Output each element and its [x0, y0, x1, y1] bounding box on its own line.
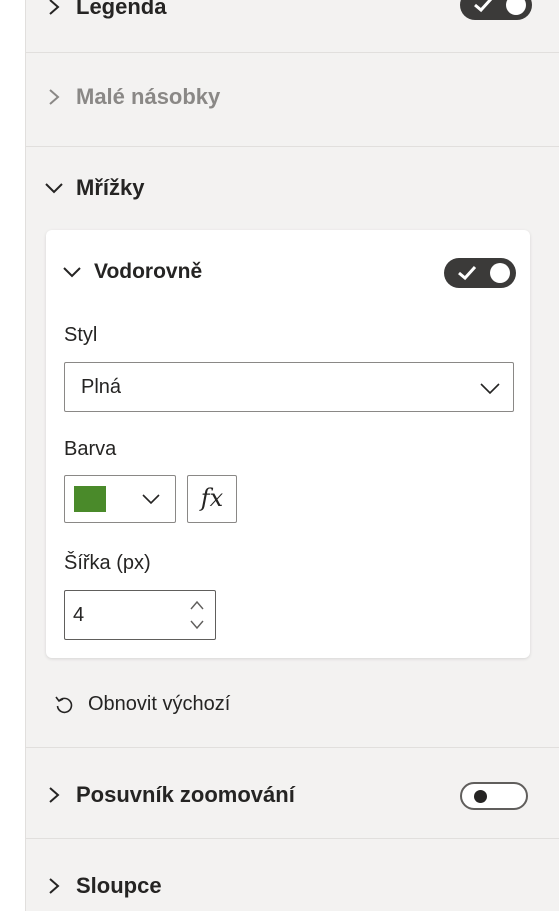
reset-default-button[interactable]: Obnovit výchozí: [54, 693, 230, 716]
chevron-down-icon[interactable]: [189, 619, 205, 631]
section-legend-header[interactable]: Legenda: [44, 0, 166, 20]
style-dropdown[interactable]: Plná: [64, 362, 514, 412]
section-legend-label: Legenda: [76, 0, 167, 19]
reset-icon: [55, 696, 73, 713]
toggle-knob: [506, 0, 526, 15]
horizontal-header[interactable]: Vodorovně: [62, 260, 202, 284]
zoom-slider-toggle[interactable]: [460, 782, 528, 810]
chevron-down-icon: [142, 494, 160, 505]
horizontal-label: Vodorovně: [94, 260, 203, 283]
color-swatch: [74, 486, 106, 512]
width-value: 4: [73, 604, 85, 626]
section-columns[interactable]: Sloupce: [26, 839, 559, 911]
section-zoom-slider-header[interactable]: Posuvník zoomování: [44, 782, 295, 808]
chevron-down-icon: [44, 178, 64, 198]
chevron-up-icon[interactable]: [189, 599, 205, 611]
section-small-multiples-label: Malé násobky: [76, 84, 221, 109]
chevron-down-icon: [480, 383, 500, 395]
chevron-down-icon: [62, 262, 82, 282]
legend-toggle[interactable]: [460, 0, 532, 20]
chevron-right-icon: [44, 876, 64, 896]
horizontal-toggle[interactable]: [444, 258, 516, 288]
width-label: Šířka (px): [64, 552, 151, 574]
left-edge: [0, 0, 25, 911]
style-value: Plná: [81, 376, 122, 398]
format-pane: Legenda Malé násobky Mřížky Vodorovně St…: [25, 0, 559, 911]
section-zoom-slider[interactable]: Posuvník zoomování: [26, 748, 559, 839]
horizontal-gridlines-card: Vodorovně Styl Plná Barva fx Šířka (px) …: [46, 230, 530, 658]
chevron-right-icon: [44, 785, 64, 805]
color-picker[interactable]: [64, 475, 176, 523]
check-icon: [458, 265, 477, 281]
chevron-right-icon: [44, 87, 64, 107]
check-icon: [474, 0, 493, 13]
fx-button[interactable]: fx: [187, 475, 237, 523]
section-gridlines-header[interactable]: Mřížky: [44, 175, 144, 201]
style-label: Styl: [64, 324, 98, 346]
toggle-knob: [474, 790, 487, 803]
section-columns-header[interactable]: Sloupce: [44, 873, 162, 899]
section-small-multiples-header[interactable]: Malé násobky: [44, 84, 220, 110]
section-zoom-slider-label: Posuvník zoomování: [76, 782, 295, 807]
section-legend[interactable]: Legenda: [26, 0, 559, 53]
color-label: Barva: [64, 438, 117, 460]
section-small-multiples[interactable]: Malé násobky: [26, 52, 559, 147]
chevron-right-icon: [44, 0, 64, 17]
section-gridlines-label: Mřížky: [76, 175, 145, 200]
reset-default-label: Obnovit výchozí: [88, 693, 231, 715]
section-columns-label: Sloupce: [76, 873, 162, 898]
toggle-knob: [490, 263, 510, 283]
width-stepper[interactable]: 4: [64, 590, 216, 640]
